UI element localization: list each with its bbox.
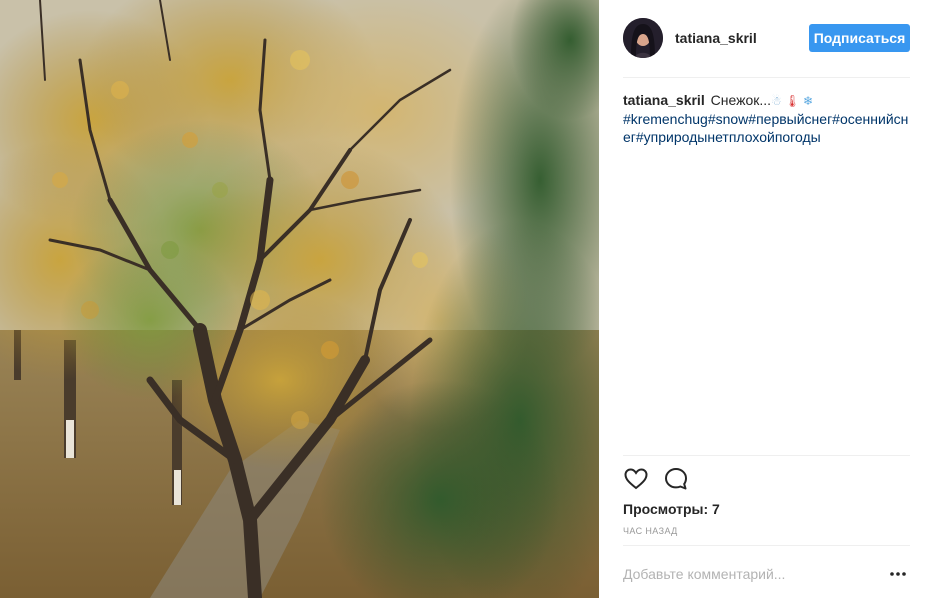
more-options-icon[interactable] — [886, 562, 910, 586]
thermometer-emoji: 🌡 — [784, 94, 801, 108]
autumn-trees-photo — [0, 0, 599, 598]
caption-hashtags[interactable]: #kremenchug#snow#первыйснег#осеннийснег#… — [623, 111, 908, 145]
comment-divider — [623, 545, 910, 546]
views-count: Просмотры: 7 — [623, 501, 720, 517]
post-header: tatiana_skril Подписаться — [623, 18, 910, 58]
caption-username-link[interactable]: tatiana_skril — [623, 92, 705, 108]
snowman-emoji: ☃ — [771, 94, 782, 108]
snowflake-emoji: ❄ — [803, 94, 814, 108]
post-side-panel: tatiana_skril Подписаться tatiana_skril … — [599, 0, 932, 598]
post-photo[interactable] — [0, 0, 599, 598]
author-username-link[interactable]: tatiana_skril — [675, 30, 757, 46]
heart-icon[interactable] — [623, 466, 649, 492]
post-timestamp[interactable]: час назад — [623, 526, 678, 536]
caption-divider — [623, 455, 910, 456]
comment-form — [623, 558, 910, 590]
comment-input[interactable] — [623, 563, 873, 585]
header-divider — [623, 77, 910, 78]
follow-button[interactable]: Подписаться — [809, 24, 910, 52]
post-actions — [623, 466, 910, 492]
caption-text: Снежок... — [710, 92, 772, 108]
comment-icon[interactable] — [663, 466, 689, 492]
user-avatar[interactable] — [623, 18, 663, 58]
post-caption: tatiana_skril Снежок...☃ 🌡 ❄ #kremenchug#s… — [623, 91, 910, 146]
